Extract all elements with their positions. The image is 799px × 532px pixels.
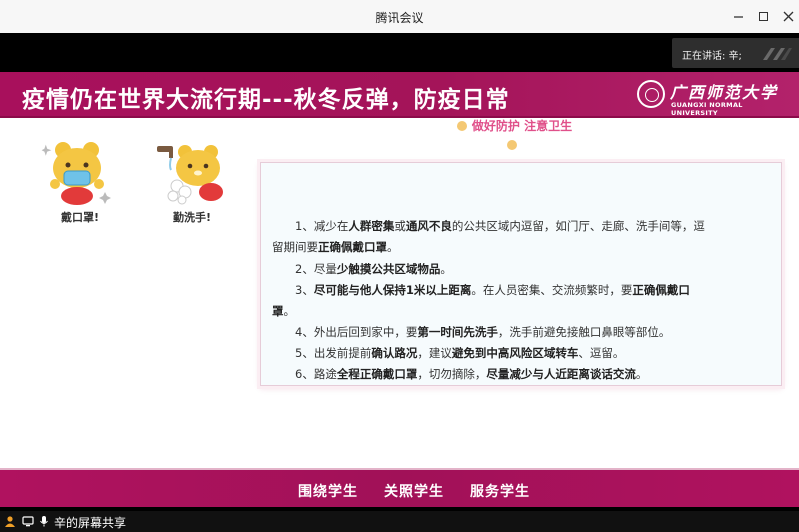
window-title-bar: 腾讯会议 (0, 0, 799, 33)
tip-line: 1、减少在人群密集或通风不良的公共区域内逗留，如门厅、走廊、洗手间等，逗 (295, 219, 705, 233)
tip-line: 5、出发前提前确认路况，建议避免到中高风险区域转车、逗留。 (295, 346, 625, 360)
window-title: 腾讯会议 (375, 11, 424, 25)
bear-caption-handwash: 勤洗手! (173, 211, 212, 224)
university-seal-icon (637, 80, 665, 108)
card-title: 做好防护 注意卫生 (442, 115, 582, 150)
watermark-icon (763, 48, 792, 60)
university-logo: 广西师范大学 GUANGXI NORMAL UNIVERSITY (637, 78, 792, 117)
speaking-label: 正在讲话: 辛; (682, 51, 742, 62)
card-title-text: 做好防护 注意卫生 (471, 119, 573, 133)
minimize-icon[interactable] (727, 6, 749, 26)
sun-dot-icon (456, 120, 467, 131)
bear-mask-icon (41, 142, 111, 205)
sun-dot-icon (507, 139, 517, 150)
tip-line: 4、外出后回到家中，要第一时间先洗手，洗手前避免接触口鼻眼等部位。 (295, 325, 671, 339)
tip-line: 留期间要正确佩戴口罩。 (272, 240, 399, 254)
share-status-bar: 辛的屏幕共享 (0, 511, 799, 532)
university-name-cn: 广西师范大学 (670, 83, 779, 102)
microphone-icon[interactable] (38, 515, 50, 527)
tip-line: 2、尽量少触摸公共区域物品。 (295, 262, 452, 276)
footer-item: 围绕学生 (298, 484, 358, 500)
tip-line: 罩。 (272, 304, 295, 318)
close-icon[interactable] (777, 6, 799, 26)
university-name-en: GUANGXI NORMAL UNIVERSITY (671, 101, 743, 117)
slide-banner: 疫情仍在世界大流行期---秋冬反弹，防疫日常 广西师范大学 GUANGXI NO… (0, 72, 799, 118)
bear-handwash-icon (157, 145, 223, 205)
slide-footer: 围绕学生 关照学生 服务学生 (0, 468, 799, 507)
screen-share-icon[interactable] (22, 515, 34, 527)
bear-caption-mask: 戴口罩! (61, 211, 100, 224)
footer-item: 关照学生 (384, 484, 444, 500)
maximize-icon[interactable] (752, 6, 774, 26)
speaking-indicator: 正在讲话: 辛; (672, 38, 799, 68)
slide-headline: 疫情仍在世界大流行期---秋冬反弹，防疫日常 (22, 87, 510, 113)
user-icon[interactable] (4, 515, 16, 527)
tip-line: 6、路途全程正确戴口罩，切勿摘除，尽量减少与人近距离谈话交流。 (295, 367, 648, 381)
tip-line: 3、尽可能与他人保持1米以上距离。在人员密集、交流频繁时，要正确佩戴口 (295, 283, 690, 297)
footer-item: 服务学生 (470, 484, 530, 500)
share-label: 辛的屏幕共享 (54, 516, 127, 530)
